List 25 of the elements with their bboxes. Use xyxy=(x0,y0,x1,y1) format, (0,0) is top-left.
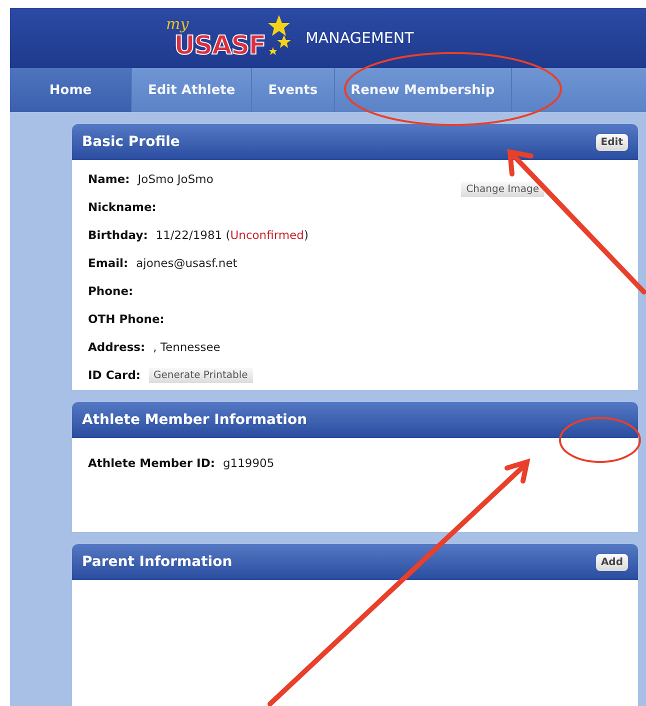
header-title: MANAGEMENT xyxy=(305,29,414,47)
change-image-button[interactable]: Change Image xyxy=(461,182,544,197)
field-label: Athlete Member ID: xyxy=(88,456,215,470)
field-label: Address: xyxy=(88,340,146,354)
field-label: Birthday: xyxy=(88,228,148,242)
field-label: Name: xyxy=(88,172,130,186)
field-label: Phone: xyxy=(88,284,134,298)
field-value: g119905 xyxy=(222,456,274,470)
field-label: OTH Phone: xyxy=(88,312,164,326)
logo-script: my xyxy=(166,15,189,33)
edit-button[interactable]: Edit xyxy=(596,134,628,150)
field-value: 11/22/1981 (Unconfirmed) xyxy=(156,228,308,242)
nav-tab[interactable]: Home xyxy=(10,68,132,112)
field-value: , Tennessee xyxy=(153,340,220,354)
panel-title: Athlete Member Information xyxy=(82,412,308,428)
field-value: ajones@usasf.net xyxy=(136,256,238,270)
field-value: JoSmo JoSmo xyxy=(138,172,214,186)
panel-title: Parent Information xyxy=(82,554,232,570)
panel-title: Basic Profile xyxy=(82,134,180,150)
field-label: ID Card: xyxy=(88,368,141,382)
field-label: Nickname: xyxy=(88,200,156,214)
generate-button[interactable]: Generate Printable xyxy=(148,368,253,382)
logo-text: USASF xyxy=(174,31,266,61)
field-label: Email: xyxy=(88,256,128,270)
add-button[interactable]: Add xyxy=(596,554,628,570)
